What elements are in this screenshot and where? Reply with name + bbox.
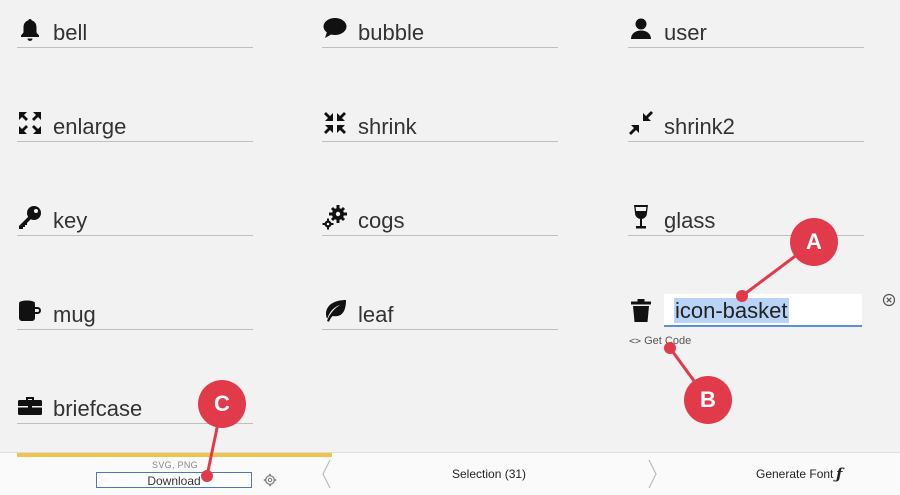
marker-a: A [790,218,838,266]
marker-c: C [198,380,246,428]
annotation-connectors [201,240,815,482]
marker-b: B [684,376,732,424]
